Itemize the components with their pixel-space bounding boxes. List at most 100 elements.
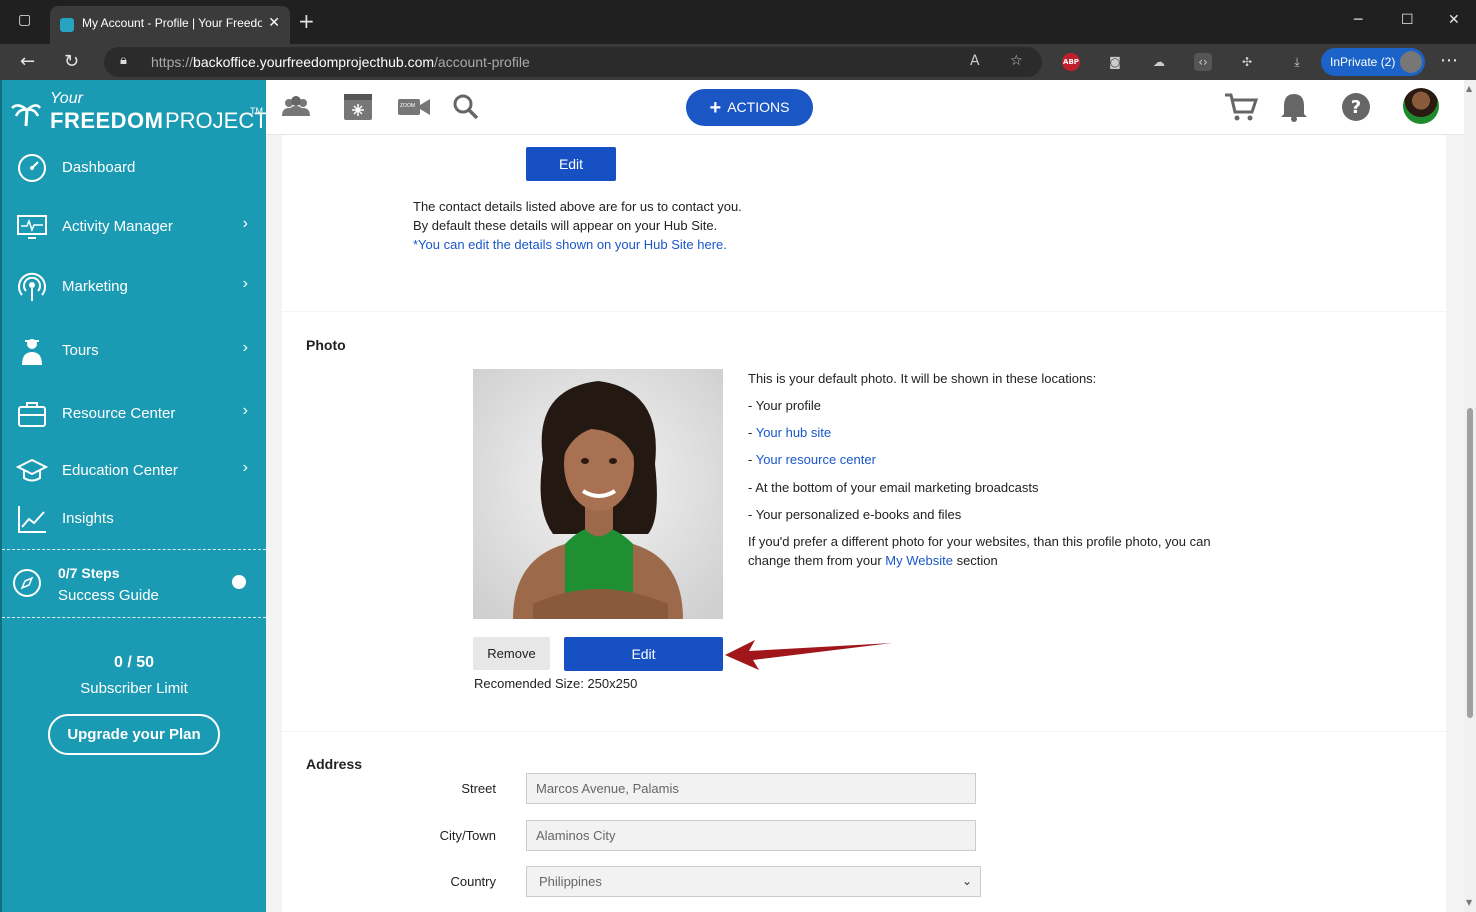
hub-site-link[interactable]: Your hub site	[756, 425, 831, 440]
subscriber-limit-label: Subscriber Limit	[80, 680, 188, 697]
window-close-icon[interactable]: ✕	[1448, 12, 1460, 28]
new-tab-icon[interactable]: +	[298, 11, 315, 31]
sidebar-item-label: Education Center	[62, 462, 178, 479]
address-section-title: Address	[306, 756, 363, 772]
team-icon[interactable]	[280, 92, 312, 122]
chevron-down-icon: ⌄	[961, 874, 972, 888]
chevron-right-icon: ›	[242, 402, 248, 419]
recommended-size-text: Recomended Size: 250x250	[474, 676, 638, 691]
dashboard-icon	[18, 154, 46, 182]
address-card: Address Street Marcos Avenue, Palamis Ci…	[282, 732, 1446, 912]
contact-info-text: By default these details will appear on …	[413, 218, 718, 233]
sidebar-item-label: Insights	[62, 510, 114, 527]
search-icon[interactable]	[450, 92, 482, 122]
success-guide-steps: 0/7 Steps	[58, 565, 120, 581]
contact-info-text: The contact details listed above are for…	[413, 199, 742, 214]
maximize-icon[interactable]: ☐	[1401, 12, 1414, 28]
chevron-right-icon: ›	[242, 215, 248, 232]
photo-location-hub-site: - Your hub site	[748, 425, 832, 440]
profile-avatar	[1400, 51, 1422, 73]
browser-window-icon[interactable]	[342, 92, 374, 122]
tab-actions-icon[interactable]: ▢	[18, 12, 31, 28]
tab-close-icon[interactable]: ✕	[268, 15, 280, 31]
address-bar[interactable]: 🔒︎ https://backoffice.yourfreedomproject…	[104, 47, 1042, 77]
contact-edit-button[interactable]: Edit	[526, 147, 616, 181]
profile-photo	[473, 369, 723, 619]
scroll-down-icon[interactable]: ▼	[1466, 898, 1472, 907]
inprivate-profile-button[interactable]: InPrivate (2)	[1321, 48, 1425, 76]
camera-extension-icon[interactable]: ◙	[1106, 53, 1124, 71]
sidebar-item-education-center[interactable]: Education Center ›	[2, 449, 266, 493]
sidebar-item-tours[interactable]: Tours ›	[2, 329, 266, 373]
sidebar-item-label: Tours	[62, 342, 99, 359]
broadcast-icon	[18, 272, 46, 301]
notification-bell-icon[interactable]	[1278, 92, 1310, 122]
freedom-project-logo[interactable]: Your FREEDOM PROJECT TM	[10, 90, 268, 134]
logo-freedom-text: FREEDOM	[50, 108, 164, 133]
browser-tab[interactable]: My Account - Profile | Your Freedom ✕	[50, 6, 290, 44]
edit-hub-site-link[interactable]: *You can edit the details shown on your …	[413, 237, 727, 252]
chevron-right-icon: ›	[242, 275, 248, 292]
remove-photo-button[interactable]: Remove	[473, 637, 550, 670]
photo-location-text: - Your personalized e-books and files	[748, 507, 962, 522]
photo-intro-text: This is your default photo. It will be s…	[748, 371, 1097, 386]
scroll-up-icon[interactable]: ▲	[1466, 84, 1472, 93]
sidebar-item-dashboard[interactable]: Dashboard	[2, 146, 266, 190]
red-pointer-arrow-icon	[725, 640, 892, 670]
sidebar-item-marketing[interactable]: Marketing ›	[2, 265, 266, 309]
back-icon[interactable]: ←	[20, 51, 35, 72]
tour-guide-icon	[22, 339, 42, 365]
briefcase-icon	[18, 402, 46, 427]
city-label: City/Town	[439, 828, 496, 843]
url-text: https://backoffice.yourfreedomprojecthub…	[151, 54, 530, 70]
minimize-icon[interactable]: ─	[1354, 12, 1362, 28]
sidebar-divider	[2, 617, 266, 618]
palm-tree-logo-icon	[11, 104, 42, 127]
read-aloud-icon[interactable]: A	[970, 53, 980, 69]
sidebar-item-label: Resource Center	[62, 405, 176, 422]
extension-cloud-icon[interactable]: ☁	[1150, 53, 1168, 71]
photo-section-title: Photo	[306, 337, 346, 353]
favorite-star-icon[interactable]: ☆	[1010, 53, 1023, 69]
sidebar-item-resource-center[interactable]: Resource Center ›	[2, 392, 266, 436]
upgrade-plan-button[interactable]: Upgrade your Plan	[48, 714, 220, 755]
adblock-plus-icon[interactable]: ABP	[1062, 53, 1080, 71]
chevron-right-icon: ›	[242, 459, 248, 476]
main-content: Edit The contact details listed above ar…	[266, 135, 1464, 912]
street-field[interactable]: Marcos Avenue, Palamis	[526, 773, 976, 804]
browser-menu-icon[interactable]: ⋯	[1440, 50, 1458, 71]
zoom-video-icon[interactable]: ZOOM	[397, 92, 431, 122]
photo-location-resource-center: - Your resource center	[748, 452, 876, 467]
browser-tab-bar: ▢ My Account - Profile | Your Freedom ✕ …	[0, 0, 1476, 44]
woman-portrait-image	[473, 369, 723, 619]
user-avatar[interactable]	[1403, 88, 1439, 124]
downloads-icon[interactable]: ⤓	[1288, 53, 1306, 71]
extensions-puzzle-icon[interactable]: ✣	[1238, 53, 1256, 71]
subscriber-count: 0 / 50	[113, 654, 155, 671]
help-icon[interactable]: ?	[1340, 92, 1372, 122]
street-label: Street	[461, 781, 496, 796]
country-selected-value: Philippines	[539, 874, 602, 889]
country-select[interactable]: Philippines ⌄	[526, 866, 981, 897]
plus-icon: +	[709, 97, 722, 119]
inprivate-label: InPrivate (2)	[1330, 55, 1396, 69]
graduation-cap-icon	[16, 458, 48, 482]
svg-text:?: ?	[1351, 97, 1361, 118]
code-extension-icon[interactable]: ‹›	[1194, 53, 1212, 71]
my-website-link[interactable]: My Website	[885, 553, 953, 568]
tab-title: My Account - Profile | Your Freedom	[82, 16, 262, 30]
resource-center-link[interactable]: Your resource center	[756, 452, 876, 467]
sidebar-item-label: Marketing	[62, 278, 128, 295]
refresh-icon[interactable]: ↻	[64, 51, 79, 72]
sidebar-item-activity-manager[interactable]: Activity Manager ›	[2, 205, 266, 249]
city-field[interactable]: Alaminos City	[526, 820, 976, 851]
page-scrollbar[interactable]: ▲ ▼	[1464, 80, 1476, 912]
actions-button[interactable]: + ACTIONS	[686, 89, 813, 126]
edit-photo-button[interactable]: Edit	[564, 637, 723, 671]
lock-icon[interactable]: 🔒︎	[120, 53, 127, 68]
photo-location-text: - Your profile	[748, 398, 821, 413]
cart-icon[interactable]	[1224, 92, 1258, 122]
sidebar-item-insights[interactable]: Insights	[2, 497, 266, 541]
scrollbar-thumb[interactable]	[1467, 408, 1473, 718]
chart-icon	[18, 506, 46, 533]
